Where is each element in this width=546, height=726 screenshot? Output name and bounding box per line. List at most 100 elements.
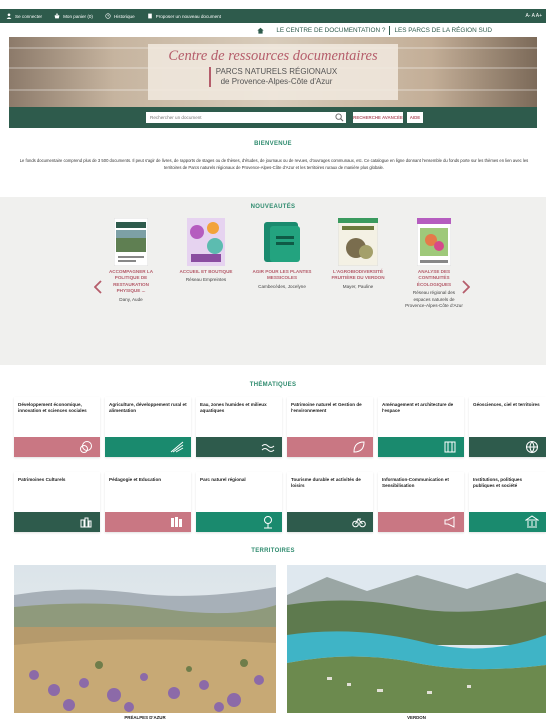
home-icon[interactable] bbox=[257, 27, 264, 34]
theme-card[interactable]: Patrimoines Culturels bbox=[14, 472, 100, 532]
upload-icon bbox=[147, 13, 152, 19]
globe-icon bbox=[526, 441, 538, 454]
nav-link-centre[interactable]: LE CENTRE DE DOCUMENTATION ? bbox=[272, 27, 389, 34]
news-item[interactable]: AGIR POUR LES PLANTES MESSICOLES Cambecè… bbox=[252, 218, 312, 290]
news-item-title[interactable]: L'AGROBIODIVERSITÉ FRUITIÈRE DU VERDON bbox=[328, 269, 388, 282]
theme-card[interactable]: Aménagement et architecture de l'espace bbox=[378, 397, 464, 457]
theme-label: Patrimoine naturel et Gestion de l'envir… bbox=[291, 402, 362, 414]
theme-card[interactable]: Parc naturel régional bbox=[196, 472, 282, 532]
font-size-controls[interactable]: A- A A+ bbox=[525, 13, 542, 19]
news-item-title[interactable]: ACCUEIL ET BOUTIQUE bbox=[176, 269, 236, 275]
theme-label: Eau, zones humides et milieux aquatiques bbox=[200, 402, 267, 414]
water-icon bbox=[261, 444, 275, 452]
theme-label: Géosciences, ciel et territoires bbox=[473, 402, 540, 407]
books-icon bbox=[171, 517, 182, 527]
theme-label: Tourisme durable et activités de loisirs bbox=[291, 477, 361, 489]
theme-color-strip bbox=[196, 437, 282, 457]
news-item-title[interactable]: ACCOMPAGNER LA POLITIQUE DE RESTAURATION… bbox=[101, 269, 161, 295]
user-icon bbox=[6, 13, 12, 19]
megaphone-icon bbox=[444, 516, 455, 528]
farm-icon bbox=[170, 441, 184, 453]
propose-document-link[interactable]: Proposer un nouveau document bbox=[147, 13, 221, 19]
theme-label: Développement économique, innovation et … bbox=[18, 402, 87, 414]
territory-label[interactable]: VERDON bbox=[287, 715, 546, 720]
territory-image-prealpes[interactable] bbox=[14, 565, 276, 713]
news-item[interactable]: L'AGROBIODIVERSITÉ FRUITIÈRE DU VERDON M… bbox=[328, 218, 388, 290]
news-item-title[interactable]: AGIR POUR LES PLANTES MESSICOLES bbox=[252, 269, 312, 282]
help-button[interactable]: AIDE bbox=[407, 112, 423, 123]
theme-card[interactable]: Pédagogie et Education bbox=[105, 472, 191, 532]
book-cover-image bbox=[417, 218, 451, 266]
theme-color-strip bbox=[469, 512, 546, 532]
theme-card[interactable]: Tourisme durable et activités de loisirs bbox=[287, 472, 373, 532]
coins-icon bbox=[80, 441, 92, 453]
theme-card[interactable]: Information-Communication et Sensibilisa… bbox=[378, 472, 464, 532]
banner-subtitle-line-2: de Provence-Alpes-Côte d'Azur bbox=[220, 77, 333, 86]
theme-color-strip bbox=[287, 512, 373, 532]
propose-label: Proposer un nouveau document bbox=[155, 13, 222, 19]
site-title: Centre de ressources documentaires bbox=[168, 48, 378, 64]
theme-label: Parc naturel régional bbox=[200, 477, 246, 482]
leaf-icon bbox=[353, 441, 365, 453]
theme-card[interactable]: Patrimoine naturel et Gestion de l'envir… bbox=[287, 397, 373, 457]
heritage-icon bbox=[80, 517, 92, 528]
theme-color-strip bbox=[196, 512, 282, 532]
theme-color-strip bbox=[469, 437, 546, 457]
header-banner: Centre de ressources documentaires PARCS… bbox=[9, 37, 537, 107]
theme-card[interactable]: Eau, zones humides et milieux aquatiques bbox=[196, 397, 282, 457]
news-item-author: Réseau régional des espaces naturels de … bbox=[405, 290, 463, 309]
top-bar: Se connecter Mon panier (0) Historique P… bbox=[0, 9, 546, 23]
theme-label: Information-Communication et Sensibilisa… bbox=[382, 477, 449, 489]
advanced-search-button[interactable]: RECHERCHE AVANCÉE bbox=[353, 112, 403, 123]
news-item-author: Mayer, Pauline bbox=[342, 283, 374, 289]
theme-label: Pédagogie et Education bbox=[109, 477, 162, 482]
news-item[interactable]: ANALYSE DES CONTINUITÉS ÉCOLOGIQUES Rése… bbox=[404, 218, 464, 309]
login-link[interactable]: Se connecter bbox=[6, 13, 42, 19]
theme-label: Patrimoines Culturels bbox=[18, 477, 66, 482]
search-icon[interactable] bbox=[335, 113, 344, 122]
map-pin-icon bbox=[264, 516, 272, 529]
book-cover-image bbox=[338, 218, 378, 266]
territory-label[interactable]: PRÉALPES D'AZUR bbox=[14, 715, 276, 720]
building-icon bbox=[444, 441, 456, 453]
theme-card[interactable]: Développement économique, innovation et … bbox=[14, 397, 100, 457]
theme-color-strip bbox=[105, 437, 191, 457]
territories-title: TERRITOIRES bbox=[251, 548, 295, 554]
banner-subtitle: PARCS NATURELS RÉGIONAUX de Provence-Alp… bbox=[208, 67, 337, 87]
theme-label: Agriculture, développement rural et alim… bbox=[109, 402, 187, 414]
landscape-image bbox=[287, 565, 546, 713]
theme-card[interactable]: Institutions, politiques publiques et so… bbox=[469, 472, 546, 532]
theme-color-strip bbox=[287, 437, 373, 457]
theme-card[interactable]: Géosciences, ciel et territoires bbox=[469, 397, 546, 457]
theme-color-strip bbox=[378, 437, 464, 457]
news-item-author: Dany, Aude bbox=[119, 296, 143, 302]
theme-color-strip bbox=[14, 512, 100, 532]
search-input[interactable] bbox=[146, 112, 346, 123]
theme-color-strip bbox=[105, 512, 191, 532]
theme-color-strip bbox=[14, 437, 100, 457]
theme-color-strip bbox=[378, 512, 464, 532]
theme-label: Aménagement et architecture de l'espace bbox=[382, 402, 454, 414]
institution-icon bbox=[525, 515, 539, 528]
news-item-author: Réseau Empreintes bbox=[185, 277, 227, 283]
news-item-title[interactable]: ANALYSE DES CONTINUITÉS ÉCOLOGIQUES bbox=[404, 269, 464, 288]
basket-label: Mon panier (0) bbox=[63, 13, 93, 19]
landscape-image bbox=[14, 565, 276, 713]
news-item-author: Cambecèdes, Jocelyne bbox=[258, 283, 306, 289]
theme-card[interactable]: Agriculture, développement rural et alim… bbox=[105, 397, 191, 457]
news-title: NOUVEAUTÉS bbox=[250, 204, 296, 210]
news-item[interactable]: ACCUEIL ET BOUTIQUE Réseau Empreintes bbox=[176, 218, 236, 284]
history-link[interactable]: Historique bbox=[105, 13, 135, 19]
territory-image-verdon[interactable] bbox=[287, 565, 546, 713]
theme-label: Institutions, politiques publiques et so… bbox=[473, 477, 522, 489]
book-cover-image bbox=[187, 218, 225, 266]
banner-panel: Centre de ressources documentaires PARCS… bbox=[148, 44, 398, 100]
bike-icon bbox=[352, 518, 366, 528]
basket-link[interactable]: Mon panier (0) bbox=[54, 13, 93, 19]
book-cover-image bbox=[114, 218, 148, 266]
news-item[interactable]: ACCOMPAGNER LA POLITIQUE DE RESTAURATION… bbox=[101, 218, 161, 303]
book-icon bbox=[264, 222, 300, 262]
basket-icon bbox=[54, 13, 60, 19]
history-label: Historique bbox=[113, 13, 135, 19]
nav-link-parcs[interactable]: LES PARCS DE LA RÉGION SUD bbox=[390, 27, 496, 34]
